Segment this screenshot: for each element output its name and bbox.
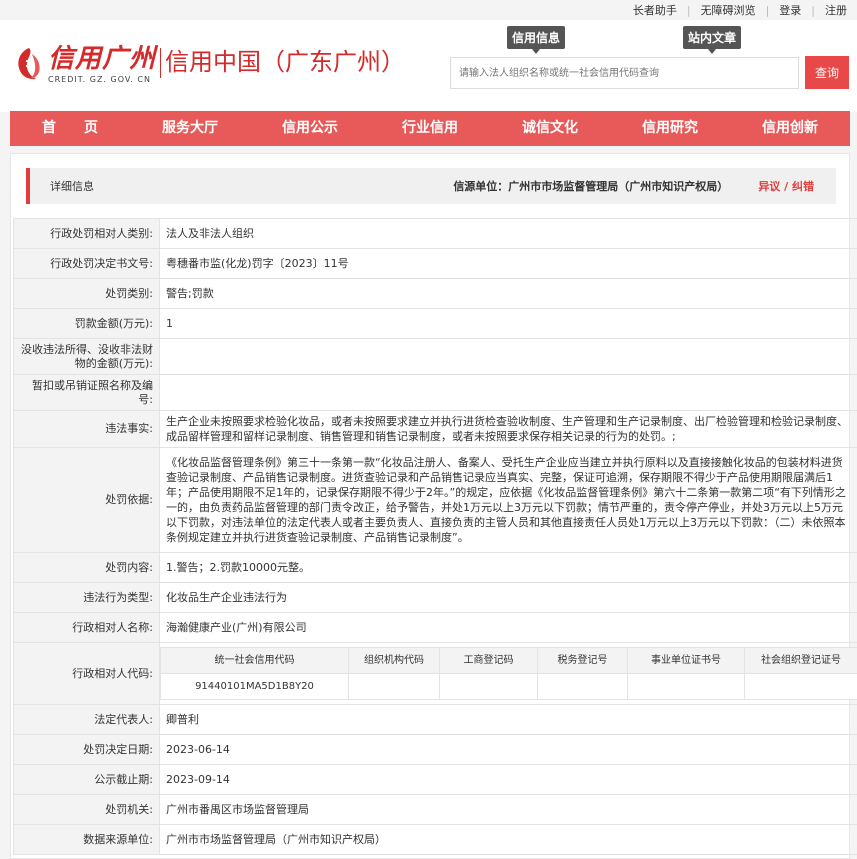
tab-credit-info[interactable]: 信用信息 bbox=[507, 26, 566, 54]
field-value: 广州市番禺区市场监督管理局 bbox=[159, 794, 857, 825]
nav-home[interactable]: 首 页 bbox=[10, 111, 130, 146]
table-row: 法定代表人: 卿普利 bbox=[13, 704, 857, 735]
code-value-row: 91440101MA5D1B8Y20 bbox=[160, 673, 857, 700]
field-label: 暂扣或吊销证照名称及编号: bbox=[13, 374, 160, 411]
field-label: 法定代表人: bbox=[13, 704, 160, 735]
table-row: 公示截止期: 2023-09-14 bbox=[13, 764, 857, 795]
nav-credit-innovation[interactable]: 信用创新 bbox=[730, 111, 850, 146]
table-row: 行政处罚相对人类别: 法人及非法人组织 bbox=[13, 218, 857, 249]
table-row: 处罚类别: 警告;罚款 bbox=[13, 278, 857, 309]
nav-credit-research[interactable]: 信用研究 bbox=[610, 111, 730, 146]
table-row: 行政相对人代码: 统一社会信用代码 组织机构代码 工商登记码 税务登记号 事业单… bbox=[13, 642, 857, 705]
field-label: 行政处罚决定书文号: bbox=[13, 248, 160, 279]
field-value: 卿普利 bbox=[159, 704, 857, 735]
login-link[interactable]: 登录 bbox=[769, 2, 811, 18]
logo-divider bbox=[160, 48, 162, 78]
logo-text: 信用广州 CREDIT. GZ. GOV. CN bbox=[48, 44, 156, 84]
field-label: 行政相对人代码: bbox=[13, 642, 160, 705]
code-header: 统一社会信用代码 bbox=[160, 647, 349, 674]
code-header: 社会组织登记证号 bbox=[744, 647, 857, 674]
field-label: 处罚类别: bbox=[13, 278, 160, 309]
field-value: 海瀚健康产业(广州)有限公司 bbox=[159, 612, 857, 643]
field-value: 2023-09-14 bbox=[159, 764, 857, 795]
table-row: 违法行为类型: 化妆品生产企业违法行为 bbox=[13, 582, 857, 613]
field-label: 行政相对人名称: bbox=[13, 612, 160, 643]
tab-site-articles[interactable]: 站内文章 bbox=[683, 26, 742, 54]
field-label: 违法事实: bbox=[13, 410, 160, 448]
nav-service-hall[interactable]: 服务大厅 bbox=[130, 111, 250, 146]
site-logo[interactable]: 信用广州 CREDIT. GZ. GOV. CN 信用中国（广东广州） bbox=[14, 44, 405, 84]
table-row: 没收违法所得、没收非法财物的金额(万元): bbox=[13, 338, 857, 375]
field-value: 《化妆品监督管理条例》第三十一条第一款“化妆品注册人、备案人、受托生产企业应当建… bbox=[159, 447, 857, 553]
field-value bbox=[159, 338, 857, 375]
nav-integrity-culture[interactable]: 诚信文化 bbox=[490, 111, 610, 146]
field-value: 化妆品生产企业违法行为 bbox=[159, 582, 857, 613]
field-value: 广州市市场监督管理局（广州市知识产权局） bbox=[159, 824, 857, 855]
table-row: 行政相对人名称: 海瀚健康产业(广州)有限公司 bbox=[13, 612, 857, 643]
detail-header: 详细信息 信源单位：广州市市场监督管理局（广州市知识产权局） 异议 / 纠错 bbox=[26, 168, 836, 204]
credit-seal-icon bbox=[18, 48, 40, 80]
logo-domain: CREDIT. GZ. GOV. CN bbox=[48, 75, 151, 84]
table-row: 处罚机关: 广州市番禺区市场监督管理局 bbox=[13, 794, 857, 825]
field-label: 处罚机关: bbox=[13, 794, 160, 825]
logo-subtitle: 信用中国（广东广州） bbox=[165, 48, 406, 76]
detail-title: 详细信息 bbox=[50, 180, 94, 193]
field-value: 2023-06-14 bbox=[159, 734, 857, 765]
table-row: 行政处罚决定书文号: 粤穗番市监(化龙)罚字〔2023〕11号 bbox=[13, 248, 857, 279]
field-label: 数据来源单位: bbox=[13, 824, 160, 855]
entity-code-table: 统一社会信用代码 组织机构代码 工商登记码 税务登记号 事业单位证书号 社会组织… bbox=[160, 647, 857, 700]
info-source: 信源单位：广州市市场监督管理局（广州市知识产权局） bbox=[453, 180, 729, 193]
field-label: 处罚依据: bbox=[13, 447, 160, 553]
code-value bbox=[537, 673, 628, 700]
logo-brand: 信用广州 bbox=[48, 44, 157, 74]
code-header: 事业单位证书号 bbox=[627, 647, 745, 674]
table-row: 处罚内容: 1.警告；2.罚款10000元整。 bbox=[13, 552, 857, 583]
field-value: 法人及非法人组织 bbox=[159, 218, 857, 249]
penalty-detail-table: 行政处罚相对人类别: 法人及非法人组织 行政处罚决定书文号: 粤穗番市监(化龙)… bbox=[13, 218, 857, 855]
field-value: 1.警告；2.罚款10000元整。 bbox=[159, 552, 857, 583]
field-label: 公示截止期: bbox=[13, 764, 160, 795]
top-links-bar: 长者助手 | 无障碍浏览 | 登录 | 注册 bbox=[623, 0, 857, 20]
search-input[interactable] bbox=[450, 57, 799, 89]
field-value: 粤穗番市监(化龙)罚字〔2023〕11号 bbox=[159, 248, 857, 279]
table-row: 罚款金额(万元): 1 bbox=[13, 308, 857, 339]
field-label: 行政处罚相对人类别: bbox=[13, 218, 160, 249]
code-value: 91440101MA5D1B8Y20 bbox=[160, 673, 349, 700]
search-button[interactable]: 查询 bbox=[805, 56, 849, 89]
field-label: 处罚决定日期: bbox=[13, 734, 160, 765]
code-value bbox=[439, 673, 538, 700]
site-header: 信用广州 CREDIT. GZ. GOV. CN 信用中国（广东广州） 信用信息… bbox=[0, 20, 857, 112]
detail-panel: 详细信息 信源单位：广州市市场监督管理局（广州市知识产权局） 异议 / 纠错 行… bbox=[10, 153, 857, 859]
nav-credit-publicity[interactable]: 信用公示 bbox=[250, 111, 370, 146]
field-value: 生产企业未按照要求检验化妆品，或者未按照要求建立并执行进货检查验收制度、生产管理… bbox=[159, 410, 857, 448]
field-value: 警告;罚款 bbox=[159, 278, 857, 309]
field-label: 违法行为类型: bbox=[13, 582, 160, 613]
nav-industry-credit[interactable]: 行业信用 bbox=[370, 111, 490, 146]
code-header-row: 统一社会信用代码 组织机构代码 工商登记码 税务登记号 事业单位证书号 社会组织… bbox=[160, 647, 857, 674]
code-value bbox=[627, 673, 745, 700]
elder-assistant-link[interactable]: 长者助手 bbox=[623, 2, 687, 18]
field-label: 处罚内容: bbox=[13, 552, 160, 583]
table-row: 处罚决定日期: 2023-06-14 bbox=[13, 734, 857, 765]
field-value: 1 bbox=[159, 308, 857, 339]
search-tabs: 信用信息 站内文章 bbox=[507, 26, 742, 54]
code-value bbox=[744, 673, 857, 700]
code-header: 税务登记号 bbox=[537, 647, 628, 674]
main-nav: 首 页 服务大厅 信用公示 行业信用 诚信文化 信用研究 信用创新 bbox=[10, 111, 850, 146]
field-label: 没收违法所得、没收非法财物的金额(万元): bbox=[13, 338, 160, 375]
code-header: 工商登记码 bbox=[439, 647, 538, 674]
field-value bbox=[159, 374, 857, 411]
table-row: 暂扣或吊销证照名称及编号: bbox=[13, 374, 857, 411]
table-row: 违法事实: 生产企业未按照要求检验化妆品，或者未按照要求建立并执行进货检查验收制… bbox=[13, 410, 857, 448]
code-header: 组织机构代码 bbox=[348, 647, 440, 674]
dispute-link[interactable]: 异议 / 纠错 bbox=[758, 178, 814, 194]
code-cell: 统一社会信用代码 组织机构代码 工商登记码 税务登记号 事业单位证书号 社会组织… bbox=[159, 642, 857, 705]
field-label: 罚款金额(万元): bbox=[13, 308, 160, 339]
table-row: 数据来源单位: 广州市市场监督管理局（广州市知识产权局） bbox=[13, 824, 857, 855]
table-row: 处罚依据: 《化妆品监督管理条例》第三十一条第一款“化妆品注册人、备案人、受托生… bbox=[13, 447, 857, 553]
register-link[interactable]: 注册 bbox=[815, 2, 857, 18]
accessibility-link[interactable]: 无障碍浏览 bbox=[691, 2, 766, 18]
code-value bbox=[348, 673, 440, 700]
